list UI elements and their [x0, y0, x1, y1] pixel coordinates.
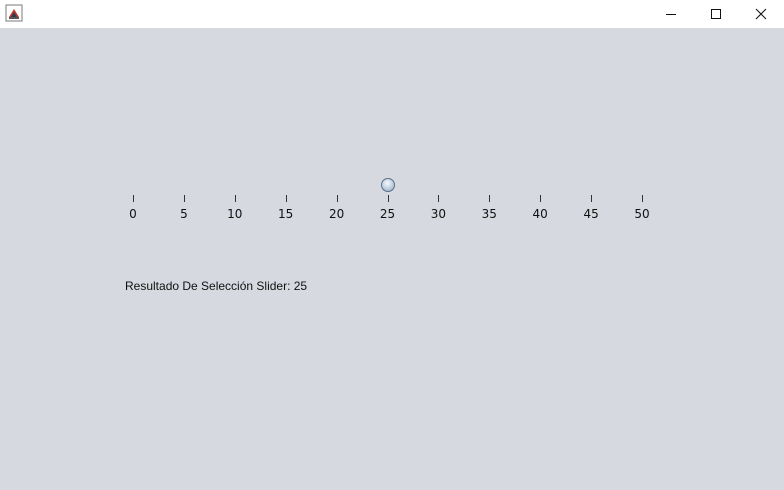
slider-tick	[438, 195, 440, 202]
slider-tick-label: 40	[532, 207, 548, 221]
slider-tick-label: 5	[180, 207, 188, 221]
java-app-icon[interactable]	[5, 4, 23, 22]
slider-tick	[133, 195, 134, 202]
close-icon	[755, 5, 767, 24]
maximize-button[interactable]	[693, 0, 739, 28]
slider-tick	[591, 195, 593, 202]
slider-tick	[285, 195, 287, 202]
slider-thumb[interactable]	[380, 178, 395, 192]
slider-tick-label: 50	[634, 207, 650, 221]
slider-tick-label: 10	[227, 207, 243, 221]
app-window: 0 5 10 15 20 25 30 35 40 45 50 Resultado De Selecc…	[0, 0, 784, 490]
slider-tick	[489, 195, 491, 202]
minimize-icon	[665, 5, 677, 24]
slider-result-label: Resultado De Selección Slider: 25	[125, 279, 308, 293]
maximize-icon	[710, 5, 722, 24]
slider-tick-label: 20	[328, 207, 345, 221]
slider-tick-label: 35	[481, 207, 497, 221]
slider-tick-label: 0	[129, 207, 137, 221]
slider-tick-label: 30	[430, 207, 447, 221]
value-slider[interactable]: 0 5 10 15 20 25 30 35 40 45 50	[120, 176, 660, 226]
close-button[interactable]	[738, 0, 784, 28]
slider-tick	[336, 195, 338, 202]
minimize-button[interactable]	[648, 0, 694, 28]
slider-tick-label: 25	[379, 207, 396, 221]
slider-tick	[234, 195, 236, 202]
slider-tick	[642, 195, 643, 202]
content-panel: 0 5 10 15 20 25 30 35 40 45 50 Resultado De Selecc…	[0, 28, 784, 490]
slider-tick-label: 15	[278, 207, 294, 221]
slider-tick-label: 45	[583, 207, 599, 221]
slider-tick	[183, 195, 185, 202]
slider-tick	[387, 195, 389, 202]
title-bar[interactable]	[0, 0, 784, 28]
slider-tick	[540, 195, 542, 202]
